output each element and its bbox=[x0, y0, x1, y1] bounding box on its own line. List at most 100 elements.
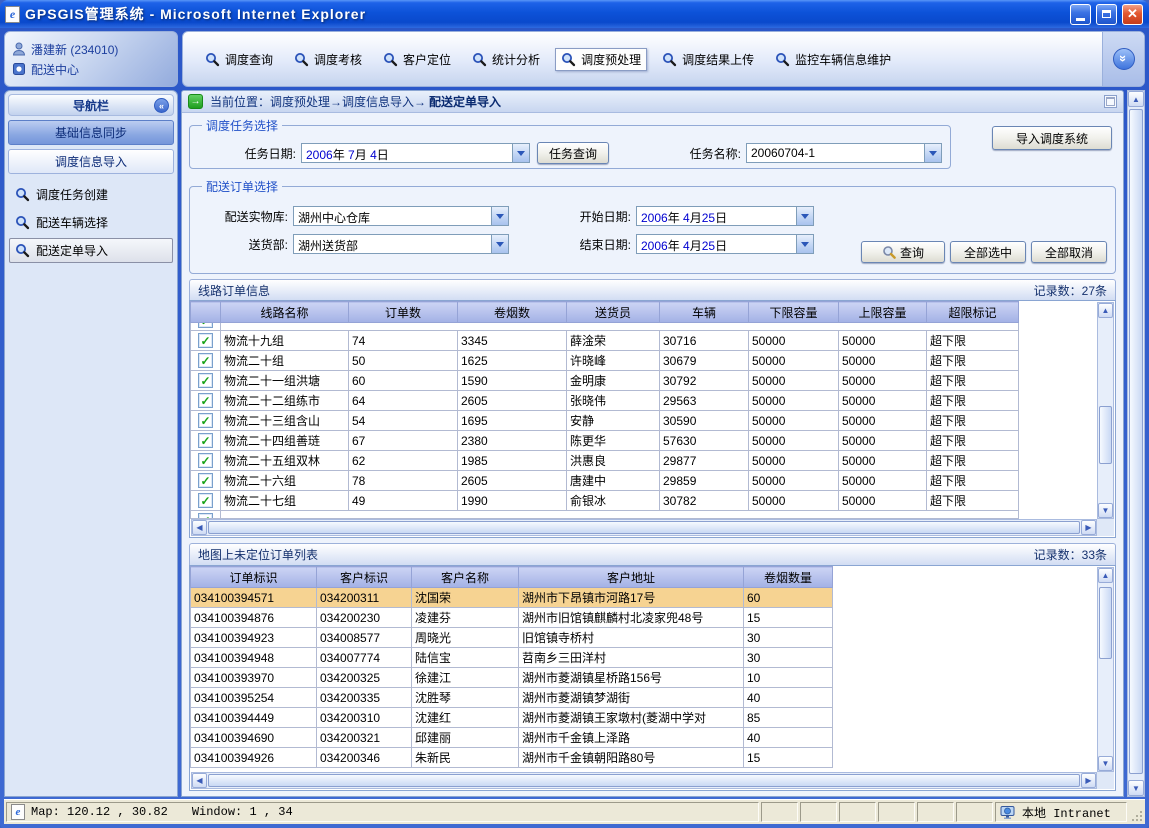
scroll-thumb[interactable] bbox=[208, 774, 1080, 787]
table-row[interactable]: 物流二十三组含山541695安静305905000050000超下限 bbox=[191, 411, 1019, 431]
task-name-dropdown-button[interactable] bbox=[924, 144, 941, 162]
checkbox-checked-icon[interactable] bbox=[198, 353, 213, 368]
cell: 50 bbox=[349, 351, 458, 371]
location-arrow-icon: → bbox=[188, 94, 203, 109]
scroll-right-icon[interactable]: ▶ bbox=[1081, 773, 1096, 788]
query-button[interactable]: 查询 bbox=[861, 241, 945, 263]
sidebar-item-2[interactable]: 配送定单导入 bbox=[9, 238, 173, 263]
maximize-button[interactable] bbox=[1096, 4, 1117, 25]
table-row[interactable]: 034100394449034200310沈建红湖州市菱湖镇王家墩村(菱湖中学对… bbox=[191, 708, 833, 728]
scroll-up-icon[interactable]: ▲ bbox=[1098, 568, 1113, 583]
scroll-up-icon[interactable]: ▲ bbox=[1098, 303, 1113, 318]
warehouse-dropdown-button[interactable] bbox=[491, 207, 508, 225]
search-icon bbox=[294, 52, 309, 67]
table-row[interactable]: 034100394926034200346朱新民湖州市千金镇朝阳路80号15 bbox=[191, 748, 833, 768]
end-date-select[interactable]: 2006年 4月25日 bbox=[636, 234, 814, 254]
table-row[interactable]: 物流二十七组491990俞银冰307825000050000超下限 bbox=[191, 491, 1019, 511]
sidebar-item-1[interactable]: 配送车辆选择 bbox=[9, 210, 173, 235]
toolbar-item-1[interactable]: 调度考核 bbox=[288, 48, 368, 71]
panel-restore-button[interactable] bbox=[1104, 95, 1117, 108]
scroll-down-icon[interactable]: ▼ bbox=[1098, 503, 1113, 518]
toolbar-item-6[interactable]: 监控车辆信息维护 bbox=[769, 48, 897, 71]
cell: 安静 bbox=[567, 411, 660, 431]
table-row[interactable]: 物流二十组501625许晓峰306795000050000超下限 bbox=[191, 351, 1019, 371]
select-all-button[interactable]: 全部选中 bbox=[950, 241, 1026, 263]
breadcrumb: → 当前位置：调度预处理→调度信息导入→ 配送定单导入 bbox=[182, 91, 1123, 113]
route-table-vertical-scrollbar[interactable]: ▲ ▼ bbox=[1097, 302, 1114, 519]
minimize-button[interactable] bbox=[1070, 4, 1091, 25]
task-date-select[interactable]: 2006年 7月 4日 bbox=[301, 143, 530, 163]
table-row[interactable]: 034100394876034200230凌建芬湖州市旧馆镇麒麟村北凌家兜48号… bbox=[191, 608, 833, 628]
orders-table-vertical-scrollbar[interactable]: ▲ ▼ bbox=[1097, 567, 1114, 772]
checkbox-checked-icon[interactable] bbox=[198, 373, 213, 388]
table-row[interactable]: 034100394571034200311沈国荣湖州市下昂镇市河路17号60 bbox=[191, 588, 833, 608]
sidebar-item-0[interactable]: 调度任务创建 bbox=[9, 182, 173, 207]
task-query-button[interactable]: 任务查询 bbox=[537, 142, 609, 164]
scroll-left-icon[interactable]: ◀ bbox=[192, 520, 207, 535]
toolbar-expand-button[interactable]: » bbox=[1113, 48, 1135, 70]
scroll-corner bbox=[1097, 772, 1114, 789]
orders-table-horizontal-scrollbar[interactable]: ◀ ▶ bbox=[191, 772, 1097, 789]
delivery-dept-dropdown-button[interactable] bbox=[491, 235, 508, 253]
delivery-dept-select[interactable]: 湖州送货部 bbox=[293, 234, 509, 254]
table-row[interactable]: 物流十九组743345薛淦荣307165000050000超下限 bbox=[191, 331, 1019, 351]
checkbox-checked-icon[interactable] bbox=[198, 323, 213, 328]
scroll-right-icon[interactable]: ▶ bbox=[1081, 520, 1096, 535]
user-department: 配送中心 bbox=[31, 61, 79, 78]
warehouse-select[interactable]: 湖州中心仓库 bbox=[293, 206, 509, 226]
scroll-thumb[interactable] bbox=[1099, 587, 1112, 659]
toolbar-item-5[interactable]: 调度结果上传 bbox=[656, 48, 760, 71]
start-date-select[interactable]: 2006年 4月25日 bbox=[636, 206, 814, 226]
checkbox-checked-icon[interactable] bbox=[198, 433, 213, 448]
table-row[interactable]: 物流二十五组双林621985洪惠良298775000050000超下限 bbox=[191, 451, 1019, 471]
toolbar-item-0[interactable]: 调度查询 bbox=[199, 48, 279, 71]
end-date-dropdown-button[interactable] bbox=[796, 235, 813, 253]
resize-grip[interactable] bbox=[1129, 802, 1143, 822]
checkbox-checked-icon[interactable] bbox=[198, 513, 213, 518]
scroll-thumb[interactable] bbox=[1099, 406, 1112, 464]
table-row[interactable]: 物流二十四组善琏672380陈更华576305000050000超下限 bbox=[191, 431, 1019, 451]
table-row[interactable]: 034100394690034200321邱建丽湖州市千金镇上泽路40 bbox=[191, 728, 833, 748]
toolbar-item-3[interactable]: 统计分析 bbox=[466, 48, 546, 71]
toolbar-item-4[interactable]: 调度预处理 bbox=[555, 48, 647, 71]
checkbox-checked-icon[interactable] bbox=[198, 473, 213, 488]
scroll-down-icon[interactable]: ▼ bbox=[1098, 756, 1113, 771]
table-row[interactable]: 034100393970034200325徐建江湖州市菱湖镇星桥路156号10 bbox=[191, 668, 833, 688]
checkbox-checked-icon[interactable] bbox=[198, 453, 213, 468]
scroll-thumb[interactable] bbox=[208, 521, 1080, 534]
scroll-down-icon[interactable]: ▼ bbox=[1128, 780, 1144, 796]
table-row[interactable]: 034100394948034007774陆信宝苕南乡三田洋村30 bbox=[191, 648, 833, 668]
cell: 朱新民 bbox=[412, 748, 519, 768]
checkbox-checked-icon[interactable] bbox=[198, 393, 213, 408]
clear-all-button[interactable]: 全部取消 bbox=[1031, 241, 1107, 263]
close-button[interactable]: ✕ bbox=[1122, 4, 1143, 25]
page-vertical-scrollbar[interactable]: ▲ ▼ bbox=[1127, 90, 1145, 797]
start-date-dropdown-button[interactable] bbox=[796, 207, 813, 225]
toolbar-item-2[interactable]: 客户定位 bbox=[377, 48, 457, 71]
checkbox-checked-icon[interactable] bbox=[198, 333, 213, 348]
task-date-dropdown-button[interactable] bbox=[512, 144, 529, 162]
table-row[interactable]: 物流二十一组洪塘601590金明康307925000050000超下限 bbox=[191, 371, 1019, 391]
scroll-up-icon[interactable]: ▲ bbox=[1128, 91, 1144, 107]
sidebar-collapse-button[interactable]: « bbox=[154, 98, 169, 113]
sidebar-group-0[interactable]: 基础信息同步 bbox=[8, 120, 174, 145]
chevron-down-icon bbox=[929, 151, 937, 160]
route-table-horizontal-scrollbar[interactable]: ◀ ▶ bbox=[191, 519, 1097, 536]
sidebar-group-1[interactable]: 调度信息导入 bbox=[8, 149, 174, 174]
cell: 邱建丽 bbox=[412, 728, 519, 748]
task-name-select[interactable]: 20060704-1 bbox=[746, 143, 942, 163]
cell: 50000 bbox=[839, 331, 927, 351]
column-header: 送货员 bbox=[567, 302, 660, 323]
cell: 洪惠良 bbox=[567, 451, 660, 471]
scroll-left-icon[interactable]: ◀ bbox=[192, 773, 207, 788]
scroll-thumb[interactable] bbox=[1129, 109, 1143, 774]
import-to-dispatch-button[interactable]: 导入调度系统 bbox=[992, 126, 1112, 150]
table-row[interactable]: 物流二十二组练市642605张晓伟295635000050000超下限 bbox=[191, 391, 1019, 411]
table-row[interactable]: 物流二十六组782605唐建中298595000050000超下限 bbox=[191, 471, 1019, 491]
checkbox-checked-icon[interactable] bbox=[198, 413, 213, 428]
table-row[interactable]: 034100395254034200335沈胜琴湖州市菱湖镇梦湖街40 bbox=[191, 688, 833, 708]
table-row[interactable]: 034100394923034008577周晓光旧馆镇寺桥村30 bbox=[191, 628, 833, 648]
checkbox-checked-icon[interactable] bbox=[198, 493, 213, 508]
cell: 49 bbox=[349, 491, 458, 511]
cell: 30679 bbox=[660, 351, 749, 371]
